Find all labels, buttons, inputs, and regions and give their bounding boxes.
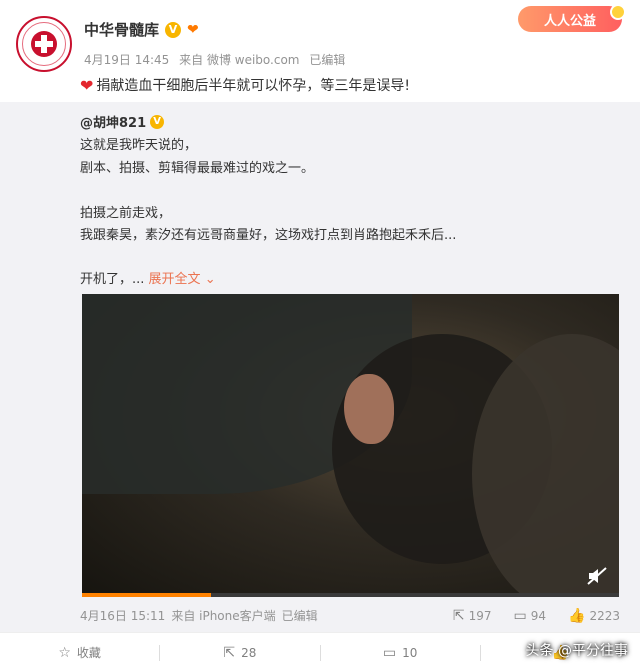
share-icon: ⇱ [223, 644, 236, 661]
post-header: 中华骨髓库 V ❤ 4月19日 14:45 来自 微博 weibo.com 已编… [0, 0, 640, 100]
heart-icon: ❤ [80, 75, 94, 95]
repost-share-button[interactable]: ⇱ 197 [453, 608, 492, 624]
chevron-down-icon: ⌄ [204, 272, 216, 287]
repost-edited: 已编辑 [281, 609, 318, 623]
star-icon: ☆ [58, 644, 71, 661]
post-source: 来自 微博 weibo.com [179, 53, 300, 67]
charity-badge[interactable]: 人人公益 [518, 4, 626, 32]
charity-badge-label: 人人公益 [543, 13, 596, 29]
repost-line: 拍摄之前走戏， [80, 206, 172, 221]
repost-last-line: 开机了，... 展开全文 ⌄ [80, 268, 216, 287]
thumbs-up-icon: 👍 [568, 607, 586, 624]
video-progress-fill [82, 593, 211, 597]
repost-card: @胡坤821 V 这就是我昨天说的， 剧本、拍摄、剪辑得最最难过的戏之一。 拍摄… [0, 102, 640, 632]
watermark: 头条 @平分往事 [525, 643, 628, 659]
repost-footer: 4月16日 15:11 来自 iPhone客户端 已编辑 ⇱ 197 ▭ 94 👍 2… [80, 607, 620, 624]
comment-icon: ▭ [513, 607, 527, 624]
comment-icon: ▭ [382, 644, 397, 661]
post-text-content: 捐献造血干细胞后半年就可以怀孕，等三年是误导! [96, 78, 411, 94]
charity-heart-icon: ❤ [187, 21, 199, 38]
repost-line-text: 开机了，... [80, 272, 145, 287]
repost-like-button[interactable]: 👍 2223 [568, 608, 620, 624]
comment-count: 10 [402, 645, 418, 660]
sun-icon [610, 4, 626, 20]
red-cross-logo-icon [22, 22, 66, 66]
repost-author: @胡坤821 V [80, 112, 165, 131]
post-text: ❤ 捐献造血干细胞后半年就可以怀孕，等三年是误导! [80, 75, 410, 95]
share-icon: ⇱ [452, 607, 465, 624]
favorite-button[interactable]: ☆ 收藏 [0, 644, 159, 661]
repost-count: 28 [241, 645, 257, 660]
like-count: 2223 [589, 608, 620, 623]
verified-icon: V [150, 114, 165, 129]
repost-date[interactable]: 4月16日 15:11 [80, 607, 165, 624]
author-name[interactable]: 中华骨髓库 [84, 19, 159, 40]
video-player[interactable] [82, 294, 619, 597]
share-count: 197 [468, 608, 492, 623]
expand-link[interactable]: 展开全文 ⌄ [149, 272, 216, 287]
video-frame-shape [344, 374, 394, 444]
post-meta: 4月19日 14:45 来自 微博 weibo.com 已编辑 [84, 51, 351, 68]
comment-button[interactable]: ▭ 10 [321, 645, 480, 661]
repost-source: 来自 iPhone客户端 [171, 609, 276, 623]
video-progress-bar[interactable] [82, 593, 619, 597]
repost-line: 剧本、拍摄、剪辑得最最难过的戏之一。 [80, 161, 315, 176]
repost-comment-button[interactable]: ▭ 94 [514, 608, 547, 624]
repost-line: 我跟秦昊，素汐还有远哥商量好，这场戏打点到肖路抱起禾禾后... [80, 228, 457, 243]
expand-label: 展开全文 [148, 272, 201, 287]
avatar[interactable] [16, 16, 72, 72]
comment-count: 94 [530, 608, 547, 623]
mute-icon[interactable] [587, 567, 607, 585]
post-date[interactable]: 4月19日 14:45 [84, 53, 169, 67]
post-edited: 已编辑 [309, 53, 346, 67]
favorite-label: 收藏 [76, 646, 101, 660]
repost-author-name[interactable]: @胡坤821 [80, 112, 146, 131]
verified-icon: V [165, 21, 182, 38]
repost-button[interactable]: ⇱ 28 [160, 645, 319, 661]
repost-line: 这就是我昨天说的， [80, 138, 198, 153]
